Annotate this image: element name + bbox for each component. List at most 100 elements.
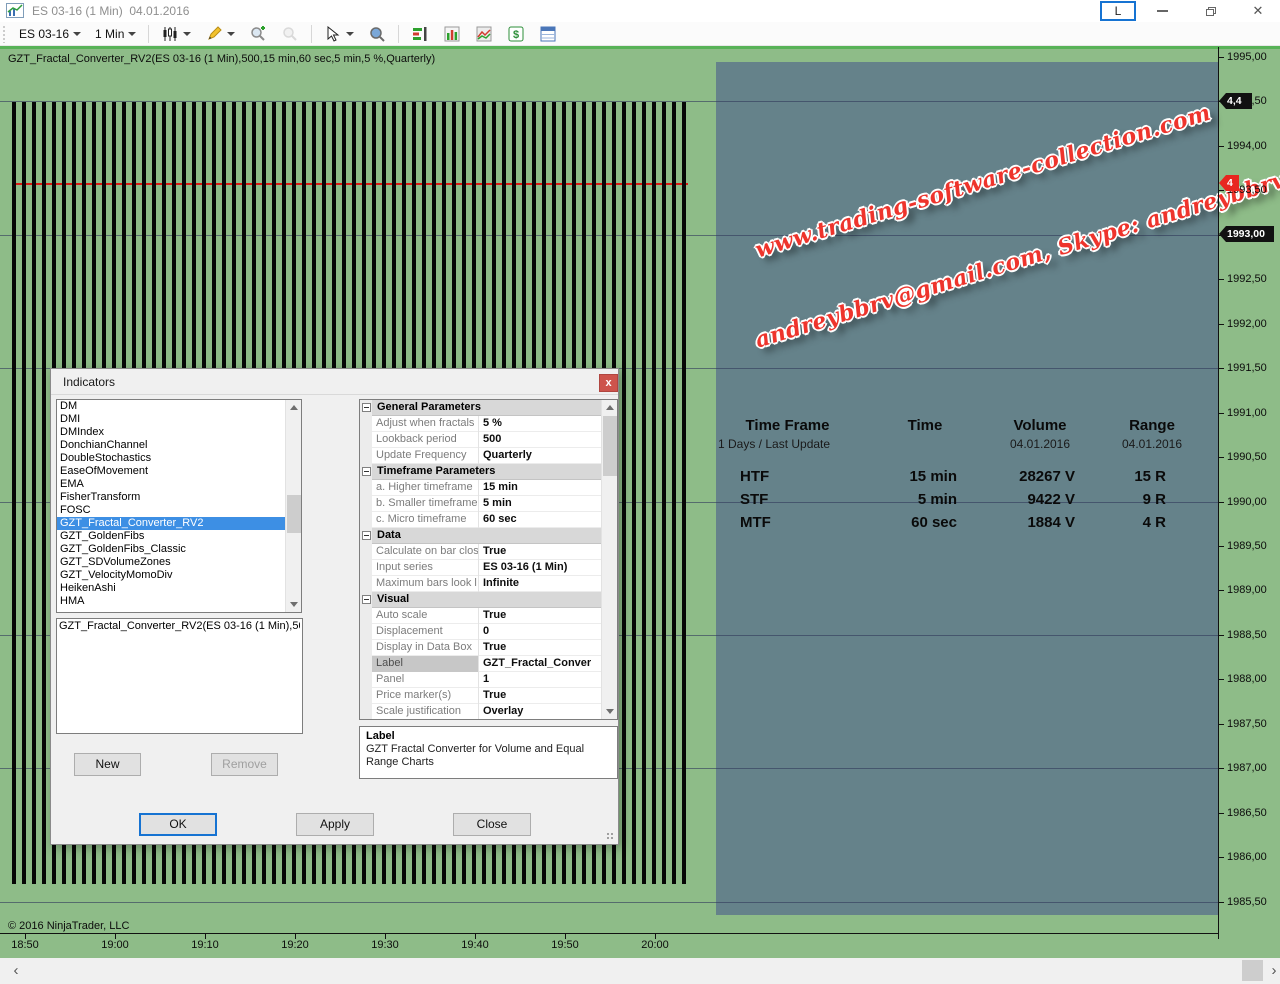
indicator-list-item[interactable]: DonchianChannel: [57, 439, 301, 452]
interval-dropdown[interactable]: 1 Min: [89, 24, 142, 44]
restore-button[interactable]: [1196, 0, 1226, 22]
ok-button[interactable]: OK: [139, 813, 217, 836]
collapse-icon[interactable]: [362, 467, 371, 476]
property-group-row[interactable]: General Parameters: [360, 400, 602, 416]
property-value[interactable]: GZT_Fractal_Conver: [480, 656, 602, 672]
property-value[interactable]: Overlay: [480, 704, 602, 720]
property-value[interactable]: 5 %: [480, 416, 602, 432]
remove-button[interactable]: Remove: [211, 753, 278, 776]
drawing-tools-dropdown[interactable]: [199, 24, 241, 44]
property-value[interactable]: True: [480, 688, 602, 704]
indicator-list-item[interactable]: EaseOfMovement: [57, 465, 301, 478]
property-value[interactable]: 1: [480, 672, 602, 688]
property-row[interactable]: Displacement0: [360, 624, 602, 640]
indicator-listbox[interactable]: DMDMIDMIndexDonchianChannelDoubleStochas…: [56, 399, 302, 613]
zoom-in-button[interactable]: [243, 24, 273, 44]
dialog-titlebar[interactable]: Indicators x: [51, 369, 618, 395]
indicator-list-item[interactable]: DM: [57, 400, 301, 413]
scroll-down-icon[interactable]: [286, 597, 302, 612]
chart-button[interactable]: [437, 24, 467, 44]
property-label: c. Micro timeframe: [372, 512, 479, 528]
property-row[interactable]: Maximum bars look lInfinite: [360, 576, 602, 592]
property-row[interactable]: Adjust when fractals5 %: [360, 416, 602, 432]
chart-style-dropdown[interactable]: [155, 24, 197, 44]
property-value[interactable]: True: [480, 640, 602, 656]
indicator-list-item[interactable]: DMI: [57, 413, 301, 426]
data-box-button[interactable]: [362, 24, 392, 44]
property-value[interactable]: 60 sec: [480, 512, 602, 528]
data-grid-button[interactable]: [533, 24, 563, 44]
toolbar-grip[interactable]: [2, 25, 7, 43]
property-value[interactable]: ES 03-16 (1 Min): [480, 560, 602, 576]
indicator-list-item[interactable]: GZT_GoldenFibs: [57, 530, 301, 543]
property-group-row[interactable]: Data: [360, 528, 602, 544]
property-value[interactable]: Infinite: [480, 576, 602, 592]
grid-scrollbar[interactable]: [601, 400, 617, 719]
property-row[interactable]: Auto scaleTrue: [360, 608, 602, 624]
indicator-list-item[interactable]: HeikenAshi: [57, 582, 301, 595]
zoom-out-button[interactable]: [275, 24, 305, 44]
indicator-list-item[interactable]: GZT_Fractal_Converter_RV2: [57, 517, 301, 530]
indicator-list-item[interactable]: DMIndex: [57, 426, 301, 439]
indicator-list-item[interactable]: EMA: [57, 478, 301, 491]
indicator-list-item[interactable]: FOSC: [57, 504, 301, 517]
dialog-close-button[interactable]: x: [599, 374, 618, 392]
instrument-dropdown[interactable]: ES 03-16: [13, 24, 87, 44]
property-value[interactable]: 500: [480, 432, 602, 448]
indicator-list-item[interactable]: GZT_VelocityMomoDiv: [57, 569, 301, 582]
window-title: ES 03-16 (1 Min) 04.01.2016: [32, 4, 189, 18]
property-value[interactable]: Quarterly: [480, 448, 602, 464]
property-row[interactable]: a. Higher timeframe15 min: [360, 480, 602, 496]
market-analyzer-button[interactable]: [405, 24, 435, 44]
indicator-list-item[interactable]: DoubleStochastics: [57, 452, 301, 465]
property-row[interactable]: b. Smaller timeframe5 min: [360, 496, 602, 512]
indicator-list-item[interactable]: GZT_GoldenFibs_Classic: [57, 543, 301, 556]
property-value[interactable]: 0: [480, 624, 602, 640]
property-group-row[interactable]: Timeframe Parameters: [360, 464, 602, 480]
scroll-up-icon[interactable]: [286, 400, 302, 415]
cursor-dropdown[interactable]: [318, 24, 360, 44]
list-scrollbar[interactable]: [285, 400, 301, 612]
collapse-icon[interactable]: [362, 403, 371, 412]
property-value[interactable]: True: [480, 544, 602, 560]
collapse-icon[interactable]: [362, 531, 371, 540]
resize-grip[interactable]: [606, 832, 615, 841]
dialog-close-action-button[interactable]: Close: [453, 813, 531, 836]
property-row[interactable]: Lookback period500: [360, 432, 602, 448]
scrollbar-thumb[interactable]: [287, 495, 301, 533]
scroll-left-icon[interactable]: ‹: [6, 961, 26, 981]
scroll-down-icon[interactable]: [602, 704, 618, 719]
scrollbar-thumb[interactable]: [603, 416, 617, 476]
indicator-list-item[interactable]: FisherTransform: [57, 491, 301, 504]
property-value[interactable]: True: [480, 608, 602, 624]
property-row[interactable]: Price marker(s)True: [360, 688, 602, 704]
configured-indicator-item[interactable]: GZT_Fractal_Converter_RV2(ES 03-16 (1 Mi…: [59, 620, 300, 633]
account-button[interactable]: $: [501, 24, 531, 44]
collapse-icon[interactable]: [362, 595, 371, 604]
property-row[interactable]: LabelGZT_Fractal_Conver: [360, 656, 602, 672]
close-button[interactable]: ✕: [1243, 0, 1273, 22]
chart-overview-button[interactable]: [469, 24, 499, 44]
property-group-row[interactable]: Visual: [360, 592, 602, 608]
indicator-list-item[interactable]: HMA: [57, 595, 301, 608]
property-row[interactable]: Display in Data BoxTrue: [360, 640, 602, 656]
link-button[interactable]: L: [1100, 1, 1136, 21]
minimize-button[interactable]: [1147, 0, 1177, 22]
property-row[interactable]: Calculate on bar closTrue: [360, 544, 602, 560]
indicator-list-item[interactable]: GZT_SDVolumeZones: [57, 556, 301, 569]
property-row[interactable]: Scale justificationOverlay: [360, 704, 602, 720]
scroll-up-icon[interactable]: [602, 400, 618, 415]
property-row[interactable]: Panel1: [360, 672, 602, 688]
apply-button[interactable]: Apply: [296, 813, 374, 836]
property-value[interactable]: 5 min: [480, 496, 602, 512]
horizontal-scrollbar[interactable]: ‹ ›: [0, 958, 1280, 984]
property-value[interactable]: 15 min: [480, 480, 602, 496]
property-grid[interactable]: General ParametersAdjust when fractals5 …: [359, 399, 618, 720]
property-row[interactable]: Update FrequencyQuarterly: [360, 448, 602, 464]
property-row[interactable]: Input seriesES 03-16 (1 Min): [360, 560, 602, 576]
new-button[interactable]: New: [74, 753, 141, 776]
configured-indicators-listbox[interactable]: GZT_Fractal_Converter_RV2(ES 03-16 (1 Mi…: [56, 618, 303, 734]
property-row[interactable]: c. Micro timeframe60 sec: [360, 512, 602, 528]
scroll-right-icon[interactable]: ›: [1264, 961, 1280, 981]
scrollbar-thumb[interactable]: [1242, 960, 1263, 981]
